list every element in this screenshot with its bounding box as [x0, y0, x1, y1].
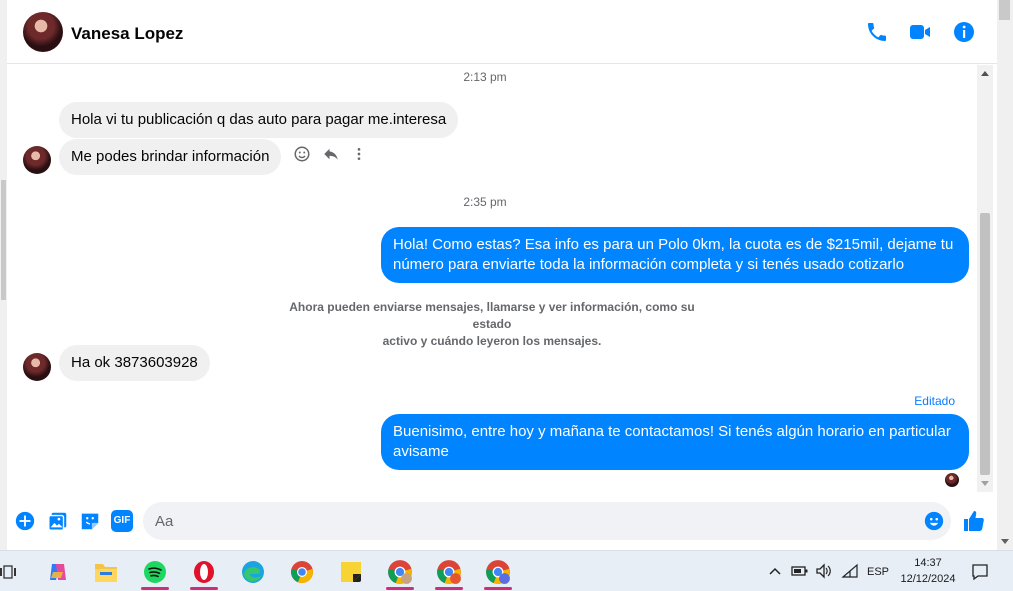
- more-vertical-icon[interactable]: [351, 145, 367, 163]
- window-scrollbar[interactable]: [997, 0, 1013, 550]
- message-input-container[interactable]: [143, 502, 951, 540]
- sticker-icon[interactable]: [79, 510, 101, 532]
- chrome-icon: [486, 560, 510, 584]
- taskbar-chrome-profile-2[interactable]: [431, 554, 467, 590]
- copilot-icon: [50, 564, 66, 580]
- folder-icon: [95, 564, 117, 582]
- thumbs-up-icon[interactable]: [962, 509, 986, 533]
- edited-label[interactable]: Editado: [914, 394, 955, 408]
- running-indicator: [190, 587, 218, 590]
- edge-icon: [242, 561, 264, 583]
- taskbar-chrome-profile-1[interactable]: [382, 554, 418, 590]
- taskbar-opera[interactable]: [186, 554, 222, 590]
- taskbar-file-explorer[interactable]: [88, 554, 124, 590]
- incoming-message[interactable]: Ha ok 3873603928: [59, 345, 210, 381]
- message-input[interactable]: [143, 502, 951, 540]
- task-view-icon: [0, 565, 16, 579]
- windows-taskbar: ESP 14:37 12/12/2024: [0, 550, 1013, 591]
- emoji-icon[interactable]: [293, 145, 311, 163]
- taskbar-sticky-notes[interactable]: [333, 554, 369, 590]
- chrome-icon: [291, 561, 313, 584]
- plus-circle-icon[interactable]: [14, 510, 36, 532]
- sticky-notes-icon: [341, 562, 361, 582]
- message-line: Buenisimo, entre hoy y mañana te contact…: [393, 423, 951, 440]
- incoming-message[interactable]: Hola vi tu publicación q das auto para p…: [59, 102, 459, 138]
- contact-avatar-small[interactable]: [23, 146, 51, 174]
- gif-icon[interactable]: GIF: [111, 510, 133, 532]
- message-line: Hola! Como estas? Esa info es para un Po…: [393, 236, 954, 253]
- contact-avatar-small[interactable]: [23, 353, 51, 381]
- incoming-message[interactable]: Me podes brindar información: [59, 139, 282, 175]
- running-indicator: [435, 587, 463, 590]
- message-composer: GIF: [7, 495, 997, 547]
- taskbar-chrome-profile-3[interactable]: [480, 554, 516, 590]
- task-view-button[interactable]: [0, 554, 26, 590]
- message-list[interactable]: 2:13 pm Hola vi tu publicación q das aut…: [7, 65, 977, 492]
- spotify-icon: [144, 561, 166, 583]
- reply-icon[interactable]: [321, 145, 341, 163]
- running-indicator: [141, 587, 169, 590]
- taskbar-copilot[interactable]: [40, 554, 76, 590]
- window-scroll-thumb[interactable]: [999, 0, 1010, 20]
- phone-icon[interactable]: [865, 20, 889, 44]
- outgoing-message[interactable]: Buenisimo, entre hoy y mañana te contact…: [381, 414, 969, 470]
- chat-scrollbar[interactable]: [977, 65, 993, 492]
- seen-avatar: [945, 473, 959, 487]
- notifications-icon[interactable]: [971, 563, 989, 581]
- taskbar-edge[interactable]: [235, 554, 271, 590]
- speaker-icon[interactable]: [815, 563, 833, 579]
- emoji-icon[interactable]: [923, 510, 945, 532]
- outgoing-message[interactable]: Hola! Como estas? Esa info es para un Po…: [381, 227, 969, 283]
- clock-time: 14:37: [914, 557, 942, 569]
- wifi-icon[interactable]: [841, 563, 859, 579]
- running-indicator: [484, 587, 512, 590]
- taskbar-chrome[interactable]: [284, 554, 320, 590]
- timestamp: 2:13 pm: [463, 70, 507, 84]
- message-actions: [293, 145, 367, 163]
- opera-icon: [194, 561, 214, 583]
- scroll-up-arrow[interactable]: [981, 71, 989, 76]
- gallery-icon[interactable]: [47, 510, 69, 532]
- system-notice-line: activo y cuándo leyeron los mensajes.: [382, 334, 602, 348]
- conversation-header: Vanesa Lopez: [7, 0, 997, 64]
- chat-scroll-thumb[interactable]: [980, 213, 990, 475]
- system-notice-line: Ahora pueden enviarse mensajes, llamarse…: [289, 300, 695, 331]
- scroll-down-arrow[interactable]: [1001, 539, 1009, 544]
- system-notice: Ahora pueden enviarse mensajes, llamarse…: [277, 299, 707, 350]
- contact-avatar[interactable]: [23, 12, 63, 52]
- message-line: avisame: [393, 443, 449, 460]
- chrome-icon: [437, 560, 461, 584]
- chrome-icon: [388, 560, 412, 584]
- running-indicator: [386, 587, 414, 590]
- taskbar-spotify[interactable]: [137, 554, 173, 590]
- clock-date: 12/12/2024: [900, 573, 956, 585]
- info-icon[interactable]: [952, 20, 976, 44]
- scroll-down-arrow[interactable]: [981, 481, 989, 486]
- video-camera-icon[interactable]: [908, 20, 932, 44]
- contact-name[interactable]: Vanesa Lopez: [71, 24, 183, 44]
- system-clock[interactable]: 14:37 12/12/2024: [893, 555, 963, 587]
- timestamp: 2:35 pm: [463, 195, 507, 209]
- chevron-up-icon[interactable]: [769, 566, 781, 576]
- input-language[interactable]: ESP: [867, 551, 889, 591]
- message-line: número para enviarte toda la información…: [393, 256, 905, 273]
- battery-icon[interactable]: [791, 564, 809, 578]
